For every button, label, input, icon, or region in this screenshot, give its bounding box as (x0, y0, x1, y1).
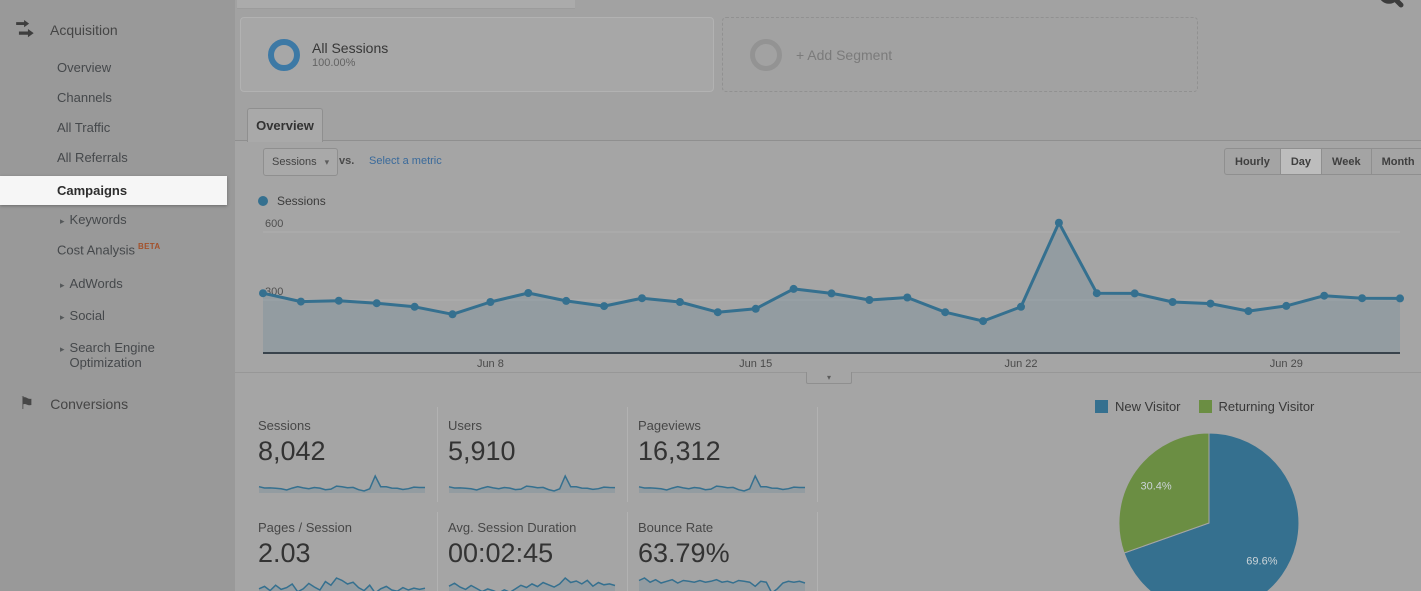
pageviews-sparkline (638, 474, 805, 493)
svg-text:Jun 8: Jun 8 (477, 358, 504, 370)
select-a-metric-link[interactable]: Select a metric (369, 155, 442, 167)
sessions-line-chart: 300600Jun 8 Jun 15 Jun 22 Jun 29 (259, 218, 1404, 370)
granularity-button-group: Hourly Day Week Month (1224, 148, 1421, 175)
visitor-pie-chart: 69.6% 30.4% (1118, 432, 1300, 591)
segment-ring-icon (268, 38, 300, 71)
metric-card-bounce-rate: Bounce Rate 63.79% (638, 520, 810, 591)
svg-text:30.4%: 30.4% (1140, 481, 1171, 493)
segment-ring-icon (750, 38, 782, 71)
tab-overview[interactable]: Overview (247, 108, 323, 142)
chevron-right-icon: ▸ (60, 312, 65, 322)
sessions-sparkline (258, 474, 425, 493)
metric-card-pageviews: Pageviews 16,312 (638, 418, 810, 495)
sessions-legend-dot (258, 196, 268, 206)
sidebar-section-acquisition[interactable]: Acquisition (14, 20, 118, 40)
sidebar-item-keywords[interactable]: ▸ Keywords (60, 212, 218, 229)
metric-label: Bounce Rate (638, 520, 714, 535)
svg-text:Jun 29: Jun 29 (1270, 358, 1303, 370)
chart-legend: Sessions (258, 194, 326, 208)
column-divider (437, 407, 438, 502)
metric-value: 2.03 (258, 538, 311, 568)
metric-value: 5,910 (448, 436, 516, 466)
legend-item-new-visitor: New Visitor (1095, 399, 1181, 414)
new-visitor-swatch (1095, 400, 1108, 413)
chevron-down-icon: ▾ (324, 156, 330, 167)
sidebar-conversions-label: Conversions (50, 396, 129, 412)
metric-label: Pageviews (638, 418, 701, 433)
column-divider (817, 512, 818, 591)
chevron-right-icon: ▸ (60, 216, 65, 226)
svg-text:Jun 15: Jun 15 (739, 358, 772, 370)
metric-card-avg-session-duration: Avg. Session Duration 00:02:45 (448, 520, 620, 591)
sidebar-item-campaigns[interactable]: Campaigns (0, 176, 227, 205)
metric-label: Pages / Session (258, 520, 352, 535)
sidebar-item-overview[interactable]: Overview (57, 60, 111, 75)
metric-value: 16,312 (638, 436, 721, 466)
flag-icon: ⚑ (19, 394, 35, 413)
sidebar: Acquisition Overview Channels All Traffi… (0, 0, 235, 591)
column-divider (817, 407, 818, 502)
sidebar-item-channels[interactable]: Channels (57, 90, 112, 105)
avg-duration-sparkline (448, 576, 616, 591)
sidebar-item-adwords[interactable]: ▸ AdWords (60, 276, 218, 293)
segment-percent: 100.00% (312, 57, 356, 69)
users-sparkline (448, 474, 616, 493)
week-button[interactable]: Week (1321, 148, 1372, 175)
sidebar-item-seo[interactable]: ▸ Search Engine Optimization (60, 340, 218, 370)
metric-label: Avg. Session Duration (448, 520, 577, 535)
acquisition-arrows-icon (16, 20, 34, 38)
metric-value: 00:02:45 (448, 538, 554, 568)
segment-card-all-sessions[interactable]: All Sessions 100.00% (240, 17, 714, 92)
chevron-right-icon: ▸ (60, 344, 65, 354)
vs-label: vs. (339, 155, 355, 167)
metric-select-dropdown[interactable]: Sessions ▾ (263, 148, 339, 176)
metric-card-sessions: Sessions 8,042 (258, 418, 430, 495)
sidebar-section-conversions[interactable]: ⚑ Conversions (16, 394, 128, 414)
metric-value: 63.79% (638, 538, 730, 568)
metric-label: Users (448, 418, 482, 433)
sidebar-item-cost-analysis[interactable]: Cost Analysis BETA (57, 242, 160, 257)
sidebar-acquisition-label: Acquisition (50, 22, 118, 38)
add-segment-label: + Add Segment (796, 46, 893, 63)
chevron-down-icon: ▾ (826, 373, 831, 382)
svg-text:Jun 22: Jun 22 (1004, 358, 1037, 370)
add-segment-button[interactable]: + Add Segment (722, 17, 1198, 92)
sidebar-item-all-traffic[interactable]: All Traffic (57, 120, 110, 135)
metric-card-users: Users 5,910 (448, 418, 620, 495)
day-button[interactable]: Day (1279, 148, 1323, 175)
analytics-screen: Acquisition Overview Channels All Traffi… (0, 0, 1421, 591)
metric-card-pages-per-session: Pages / Session 2.03 (258, 520, 430, 591)
month-button[interactable]: Month (1370, 148, 1421, 175)
svg-text:600: 600 (265, 218, 283, 230)
column-divider (627, 512, 628, 591)
hourly-button[interactable]: Hourly (1224, 148, 1281, 175)
sidebar-item-all-referrals[interactable]: All Referrals (57, 150, 128, 165)
search-icon[interactable] (1368, 0, 1412, 16)
sidebar-item-social[interactable]: ▸ Social (60, 308, 218, 325)
column-divider (627, 407, 628, 502)
pages-session-sparkline (258, 577, 426, 591)
metric-value: 8,042 (258, 436, 326, 466)
collapse-chart-handle[interactable]: ▾ (806, 372, 852, 384)
metric-label: Sessions (258, 418, 311, 433)
segment-title: All Sessions (312, 40, 389, 56)
column-divider (437, 512, 438, 591)
svg-text:69.6%: 69.6% (1246, 555, 1277, 567)
returning-visitor-swatch (1198, 400, 1212, 413)
pie-legend: New Visitor Returning Visitor (1095, 399, 1314, 414)
bounce-rate-sparkline (638, 577, 806, 591)
chevron-right-icon: ▸ (60, 280, 65, 290)
toolbar-remnant (237, 0, 575, 9)
beta-badge: BETA (138, 242, 161, 251)
legend-item-returning-visitor: Returning Visitor (1198, 399, 1314, 414)
sessions-legend-label: Sessions (277, 194, 326, 208)
